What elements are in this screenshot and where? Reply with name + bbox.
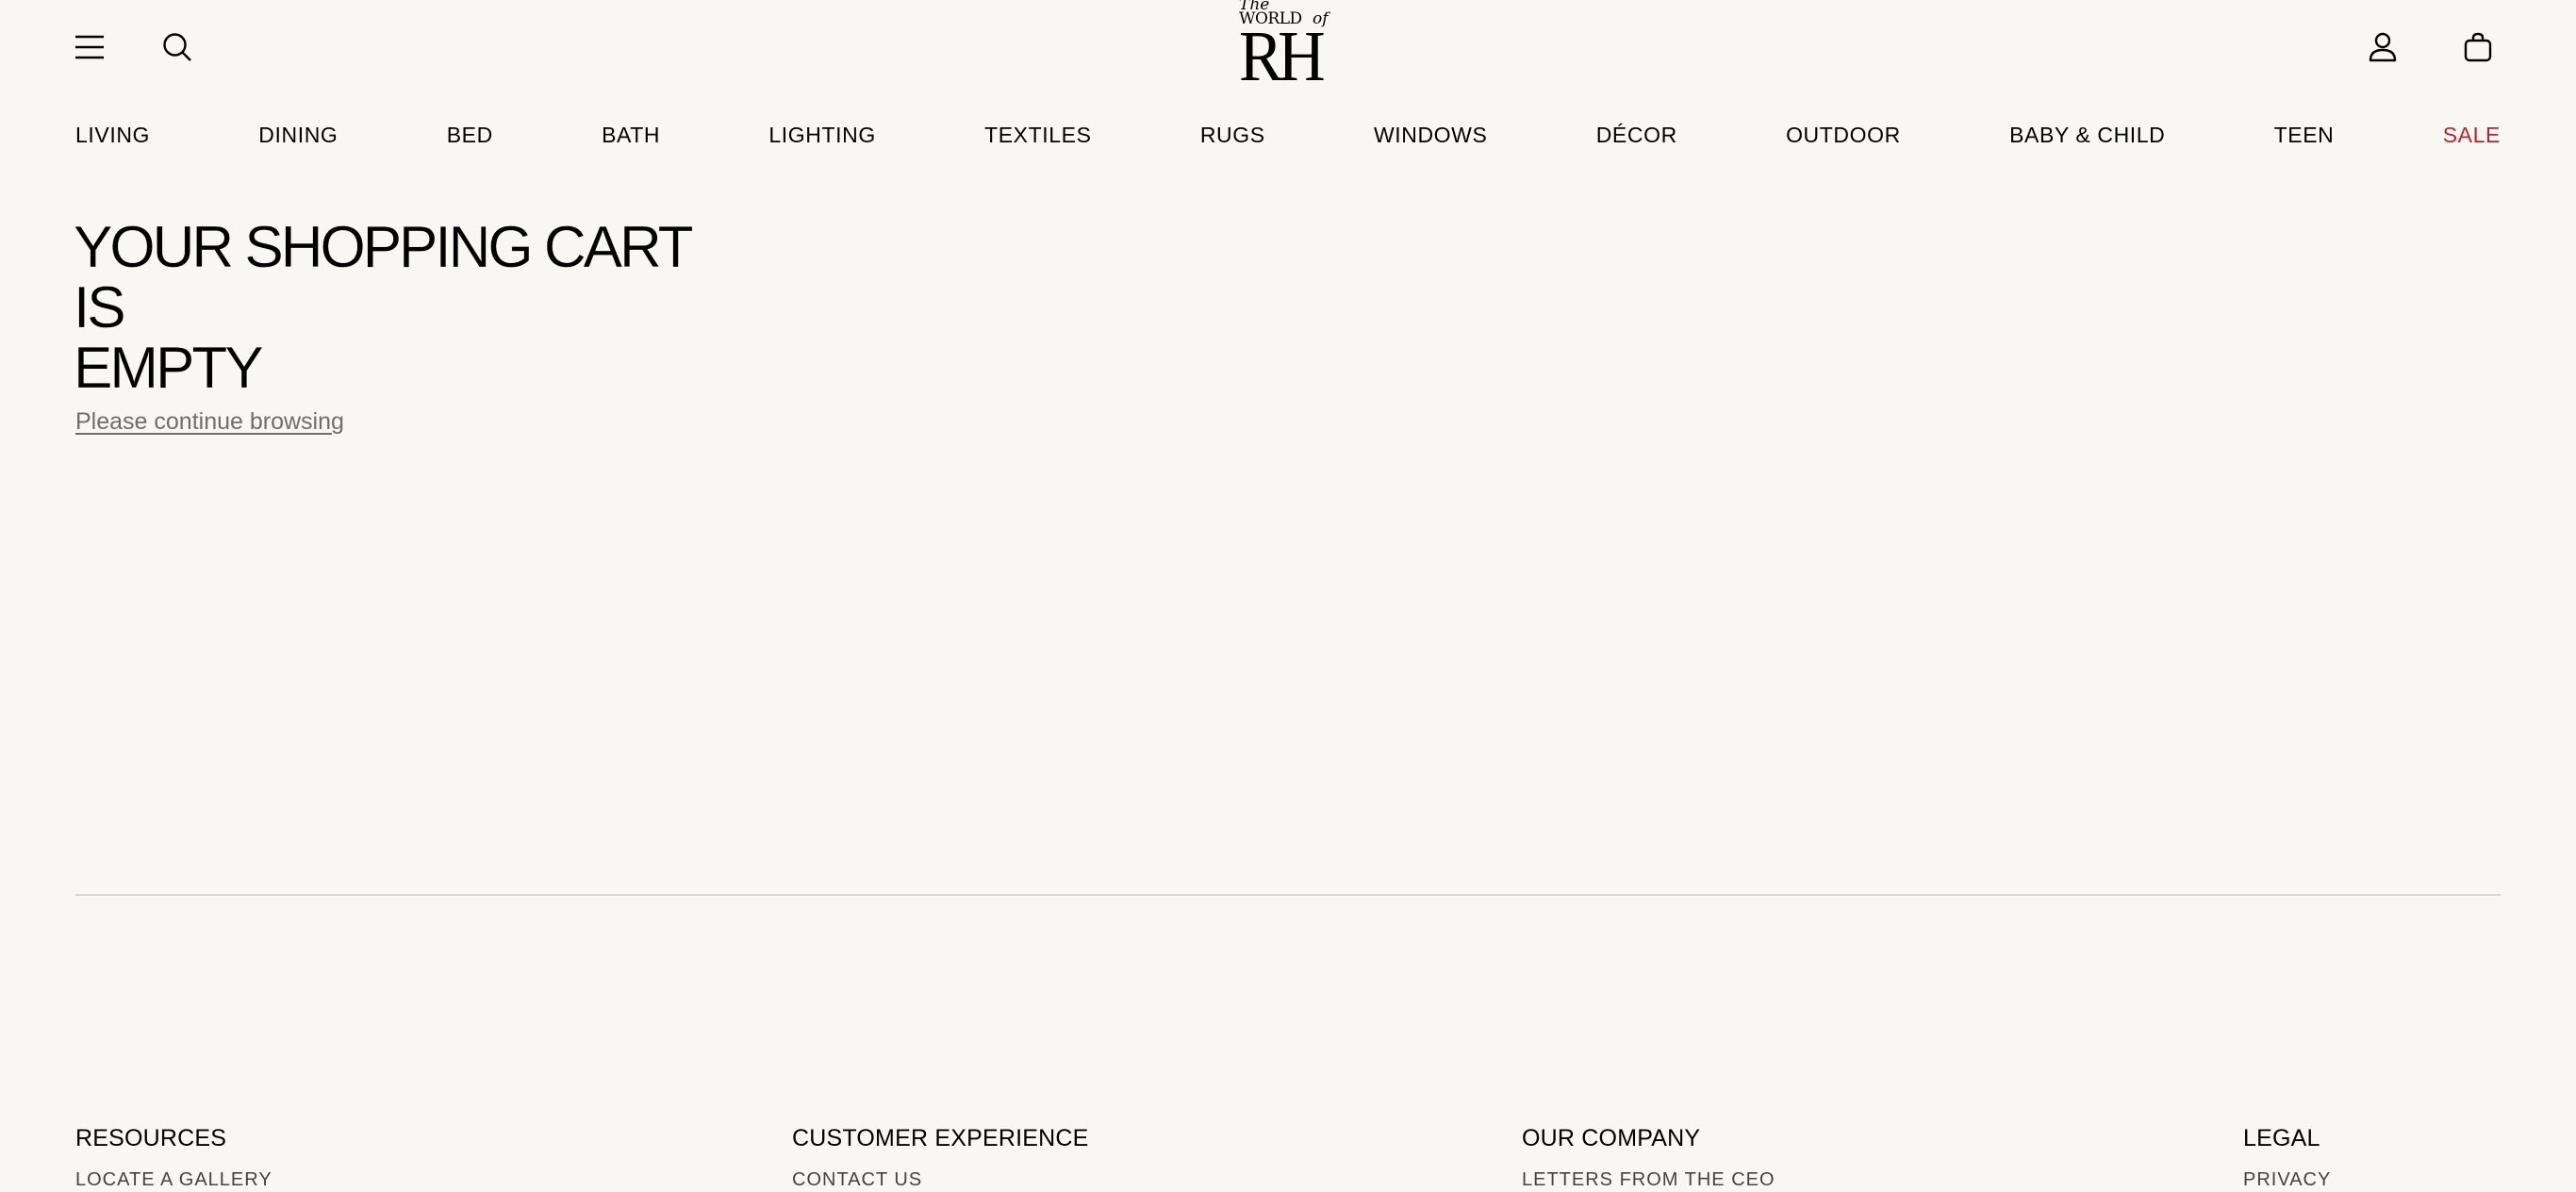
account-button[interactable] xyxy=(2360,25,2405,70)
footer-heading-our-company: OUR COMPANY xyxy=(1522,1125,1701,1151)
page-title-line1: YOUR SHOPPING CART IS xyxy=(74,215,693,340)
page-title-line2: EMPTY xyxy=(74,336,264,401)
hamburger-menu-icon xyxy=(75,35,104,59)
nav-item-decor[interactable]: DÉCOR xyxy=(1596,123,1677,148)
nav-item-dining[interactable]: DINING xyxy=(258,123,338,148)
main-navigation: LIVING DINING BED BATH LIGHTING TEXTILES… xyxy=(75,121,2501,149)
continue-browsing-link[interactable]: Please continue browsing xyxy=(75,408,344,436)
nav-item-living[interactable]: LIVING xyxy=(75,123,150,148)
user-account-icon xyxy=(2369,32,2397,62)
footer-column-our-company: OUR COMPANY LETTERS FROM THE CEO xyxy=(1522,1125,1775,1191)
nav-item-bed[interactable]: BED xyxy=(447,123,493,148)
nav-item-sale[interactable]: SALE xyxy=(2443,123,2501,148)
footer-link-locate-gallery[interactable]: LOCATE A GALLERY xyxy=(75,1169,272,1191)
search-button[interactable] xyxy=(155,25,200,70)
footer-heading-legal: LEGAL xyxy=(2243,1125,2320,1151)
nav-item-outdoor[interactable]: OUTDOOR xyxy=(1786,123,1901,148)
footer-column-resources: RESOURCES LOCATE A GALLERY xyxy=(75,1125,272,1191)
nav-item-baby-child[interactable]: BABY & CHILD xyxy=(2009,123,2165,148)
footer-column-customer-experience: CUSTOMER EXPERIENCE CONTACT US xyxy=(792,1125,1089,1191)
page: The WORLD of RH LIVING DINING BED BATH L… xyxy=(0,0,2576,1192)
footer-link-privacy[interactable]: PRIVACY xyxy=(2243,1169,2331,1191)
nav-item-teen[interactable]: TEEN xyxy=(2274,123,2335,148)
rh-logo[interactable]: The WORLD of RH xyxy=(1233,0,1343,94)
nav-item-bath[interactable]: BATH xyxy=(602,123,660,148)
nav-item-windows[interactable]: WINDOWS xyxy=(1374,123,1487,148)
menu-button[interactable] xyxy=(67,25,112,70)
nav-item-rugs[interactable]: RUGS xyxy=(1200,123,1265,148)
logo-rh-text: RH xyxy=(1239,17,1326,96)
footer-link-letters-from-ceo[interactable]: LETTERS FROM THE CEO xyxy=(1522,1169,1775,1191)
footer-column-legal: LEGAL PRIVACY xyxy=(2243,1125,2331,1191)
site-header: The WORLD of RH xyxy=(0,0,2576,99)
shopping-cart-button[interactable] xyxy=(2455,25,2501,70)
footer-divider xyxy=(75,894,2501,896)
search-icon xyxy=(163,33,191,61)
page-title: YOUR SHOPPING CART IS EMPTY xyxy=(74,215,752,401)
nav-item-textiles[interactable]: TEXTILES xyxy=(984,123,1091,148)
shopping-bag-icon xyxy=(2464,32,2492,62)
footer-heading-customer-experience: CUSTOMER EXPERIENCE xyxy=(792,1125,1089,1151)
footer-heading-resources: RESOURCES xyxy=(75,1125,227,1151)
nav-item-lighting[interactable]: LIGHTING xyxy=(768,123,875,148)
footer-link-contact-us[interactable]: CONTACT US xyxy=(792,1169,1089,1191)
